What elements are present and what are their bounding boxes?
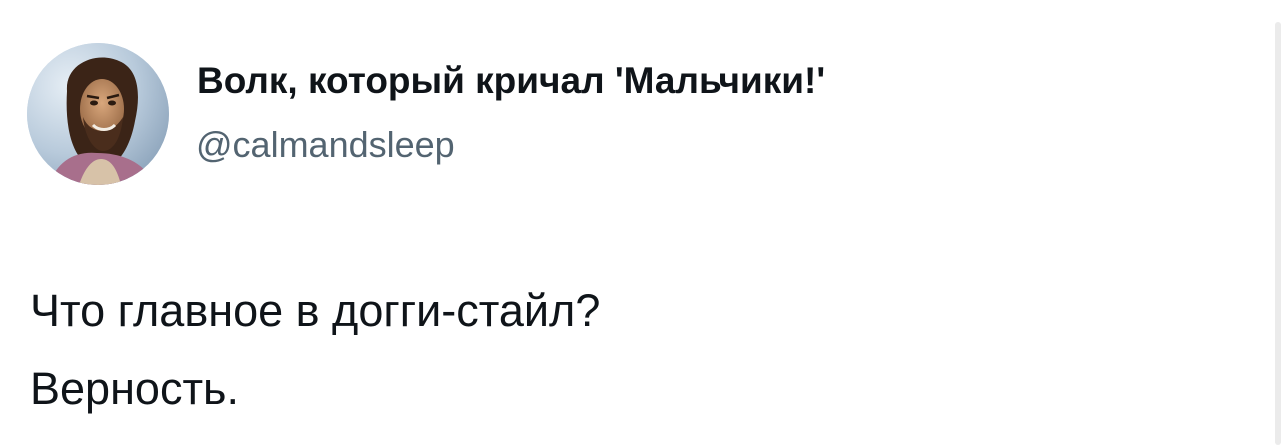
author-display-name[interactable]: Волк, который кричал 'Мальчики!' <box>197 60 825 102</box>
tweet-text-line: Что главное в догги-стайл? <box>30 285 601 336</box>
tweet-text-line: Верность. <box>30 363 240 414</box>
tweet-text: Что главное в догги-стайл? Верность. <box>30 272 600 428</box>
scrollbar-thumb[interactable] <box>1275 22 1281 445</box>
author-handle[interactable]: @calmandsleep <box>196 124 455 166</box>
avatar-painting-icon <box>27 43 169 185</box>
author-avatar[interactable] <box>27 43 169 185</box>
scrollbar[interactable] <box>1272 0 1284 445</box>
